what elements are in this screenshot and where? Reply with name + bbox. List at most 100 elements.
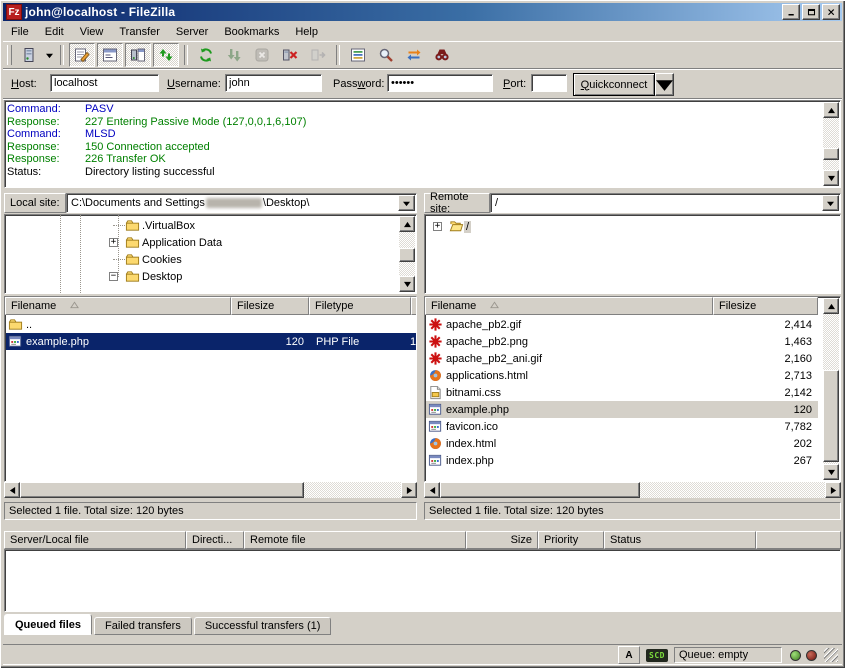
toggle-local-tree-button[interactable] [97,43,123,67]
disconnect-button[interactable] [277,43,303,67]
file-name-cell: example.php [8,333,230,350]
toggle-queue-button[interactable] [153,43,179,67]
remote-hscroll-right-button[interactable] [825,482,841,498]
queue-status-text: Queue: empty [679,649,748,661]
tree-item-root[interactable]: / [449,218,471,235]
queue-column-server-local-file[interactable]: Server/Local file [4,531,186,549]
resize-grip[interactable] [824,648,838,662]
remote-hscroll-thumb[interactable] [440,482,640,498]
find-button[interactable] [429,43,455,67]
local-list-hscrollbar[interactable] [4,482,417,498]
file-row-apache-pb2-ani-gif[interactable]: apache_pb2_ani.gif2,160 [426,350,818,367]
log-scroll-up-button[interactable] [823,102,839,118]
file-row-index-php[interactable]: index.php267 [426,452,818,469]
remote-list-hscrollbar[interactable] [424,482,841,498]
data-type-indicator[interactable]: A [618,646,640,664]
queue-column-remote-file[interactable]: Remote file [244,531,466,549]
minimize-button[interactable] [782,4,800,20]
file-row-index-html[interactable]: index.html202 [426,435,818,452]
local-hscroll-thumb[interactable] [20,482,304,498]
column-header-filesize[interactable]: Filesize [231,297,309,315]
site-manager-button[interactable] [16,43,42,67]
local-status-text: Selected 1 file. Total size: 120 bytes [4,502,417,520]
tree-item-desktop[interactable]: Desktop [125,268,184,285]
log-scrollbar[interactable] [823,102,839,186]
local-hscroll-left-button[interactable] [4,482,20,498]
password-input[interactable] [387,74,493,92]
file-row-favicon-ico[interactable]: favicon.ico7,782 [426,418,818,435]
port-input[interactable] [531,74,567,92]
file-row-apache-pb2-gif[interactable]: apache_pb2.gif2,414 [426,316,818,333]
tree-expander-minus[interactable]: − [109,272,118,281]
local-tree-scroll-thumb[interactable] [399,248,415,262]
tree-item-cookies[interactable]: Cookies [125,251,184,268]
maximize-button[interactable] [802,4,820,20]
tree-item-application-data[interactable]: Application Data [125,234,224,251]
tree-expander-plus[interactable]: + [109,238,118,247]
toggle-log-button[interactable] [69,43,95,67]
file-size-cell: 120 [708,401,812,418]
filezilla-window: Fz john@localhost - FileZilla FileEditVi… [0,0,845,668]
menu-item-file[interactable]: File [3,24,37,40]
local-site-combo[interactable]: C:\Documents and Settings\Desktop\ [66,193,417,213]
filter-button[interactable] [345,43,371,67]
column-header-label: Filesize [237,300,274,312]
close-button[interactable] [822,4,840,20]
local-tree-scrollbar[interactable] [399,216,415,292]
queue-column-blank[interactable] [756,531,841,549]
menu-item-edit[interactable]: Edit [37,24,72,40]
tab-successful-transfers-1-[interactable]: Successful transfers (1) [194,617,332,635]
remote-scroll-up-button[interactable] [823,298,839,314]
column-header-filetype[interactable]: Filetype [309,297,411,315]
file-row-example-php[interactable]: example.php120 [426,401,818,418]
file-row-apache-pb2-png[interactable]: apache_pb2.png1,463 [426,333,818,350]
queue-column-priority[interactable]: Priority [538,531,604,549]
file-row-bitnami-css[interactable]: bitnami.css2,142 [426,384,818,401]
remote-list-scrollbar[interactable] [823,298,839,480]
log-scroll-thumb[interactable] [823,148,839,160]
site-manager-dropdown-button[interactable] [43,44,56,66]
menu-item-bookmarks[interactable]: Bookmarks [216,24,287,40]
column-header-filename[interactable]: Filename [425,297,713,315]
remote-site-dropdown-button[interactable] [822,195,839,211]
cancel-button[interactable] [249,43,275,67]
username-input[interactable] [225,74,322,92]
log-scroll-down-button[interactable] [823,170,839,186]
sync-browse-button[interactable] [401,43,427,67]
tab-failed-transfers[interactable]: Failed transfers [94,617,192,635]
queue-column-directi-[interactable]: Directi... [186,531,244,549]
file-row--[interactable]: .. [6,316,416,333]
column-header-l[interactable]: L [411,297,417,315]
quickconnect-button[interactable]: Quickconnect [573,73,655,96]
menu-item-view[interactable]: View [72,24,112,40]
remote-scroll-thumb[interactable] [823,370,839,462]
reconnect-button[interactable] [305,43,331,67]
speed-limits-icon[interactable]: SCD [646,649,668,662]
host-input[interactable] [50,74,159,92]
quickconnect-dropdown-button[interactable] [655,73,674,96]
local-site-dropdown-button[interactable] [398,195,415,211]
tab-queued-files[interactable]: Queued files [4,614,92,635]
remote-scroll-down-button[interactable] [823,464,839,480]
menu-item-help[interactable]: Help [287,24,326,40]
toggle-remote-tree-button[interactable] [125,43,151,67]
file-row-example-php[interactable]: example.php120PHP File1 [6,333,416,350]
column-header-filesize[interactable]: Filesize [713,297,818,315]
queue-column-status[interactable]: Status [604,531,756,549]
remote-hscroll-left-button[interactable] [424,482,440,498]
local-tree-scroll-up-button[interactable] [399,216,415,232]
file-row-applications-html[interactable]: applications.html2,713 [426,367,818,384]
menu-item-transfer[interactable]: Transfer [111,24,168,40]
window-title: john@localhost - FileZilla [25,5,175,19]
tree-expander-plus[interactable]: + [433,222,442,231]
refresh-button[interactable] [193,43,219,67]
compare-button[interactable] [373,43,399,67]
local-hscroll-right-button[interactable] [401,482,417,498]
local-tree-scroll-down-button[interactable] [399,276,415,292]
remote-site-combo[interactable]: / [490,193,841,213]
tree-item--virtualbox[interactable]: .VirtualBox [125,217,197,234]
column-header-filename[interactable]: Filename [5,297,231,315]
queue-column-size[interactable]: Size [466,531,538,549]
process-queue-button[interactable] [221,43,247,67]
menu-item-server[interactable]: Server [168,24,216,40]
